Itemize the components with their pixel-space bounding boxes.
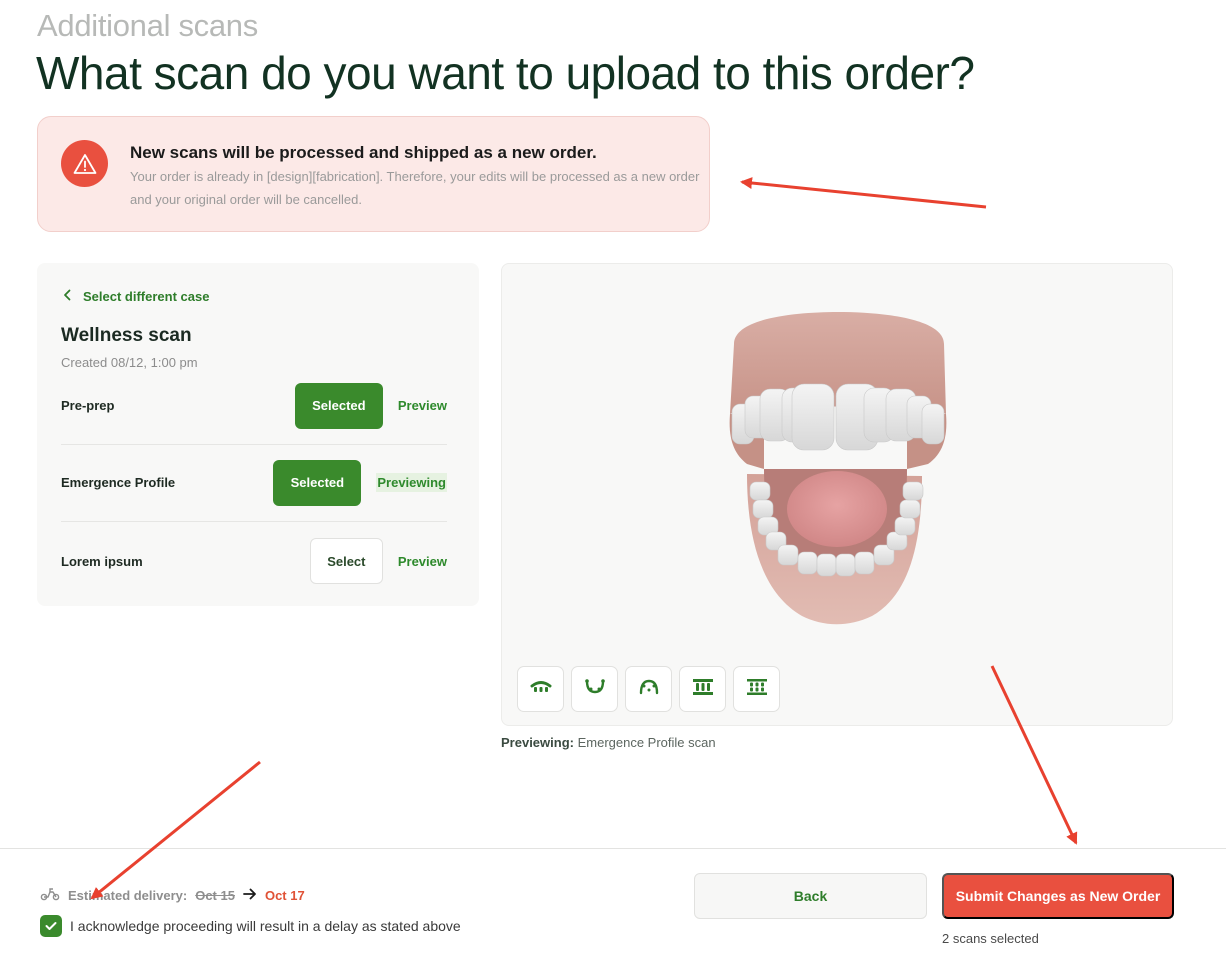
new-order-alert: New scans will be processed and shipped … bbox=[37, 116, 710, 232]
occlusal-view-button[interactable] bbox=[733, 666, 780, 712]
acknowledge-label: I acknowledge proceeding will result in … bbox=[70, 918, 461, 934]
dental-model-image bbox=[729, 312, 947, 625]
upper-arch-icon bbox=[530, 680, 552, 699]
scan-3d-viewer[interactable] bbox=[501, 263, 1173, 726]
scan-row-pre-prep: Pre-prep Selected Preview bbox=[61, 367, 447, 445]
submit-new-order-button[interactable]: Submit Changes as New Order bbox=[942, 873, 1174, 919]
estimated-delivery: Estimated delivery: Oct 15 Oct 17 bbox=[40, 887, 305, 904]
arrow-right-icon bbox=[243, 888, 257, 903]
select-different-case-link[interactable]: Select different case bbox=[63, 289, 209, 304]
scan-preview-link[interactable]: Preview bbox=[398, 554, 447, 569]
previewing-caption-label: Previewing: bbox=[501, 735, 574, 750]
delay-acknowledgement: I acknowledge proceeding will result in … bbox=[40, 915, 461, 937]
annotation-arrow-alert bbox=[740, 177, 987, 209]
scan-name: Emergence Profile bbox=[61, 475, 176, 490]
footer-bar: Estimated delivery: Oct 15 Oct 17 I ackn… bbox=[0, 848, 1226, 956]
new-delivery-date: Oct 17 bbox=[264, 888, 305, 903]
scan-previewing-link[interactable]: Previewing bbox=[376, 473, 447, 492]
upper-arch-view-button[interactable] bbox=[517, 666, 564, 712]
checkmark-icon bbox=[45, 918, 57, 934]
bite-open-icon bbox=[638, 678, 660, 701]
scan-row-emergence-profile: Emergence Profile Selected Previewing bbox=[61, 444, 447, 522]
back-link-label: Select different case bbox=[83, 289, 210, 304]
bite-open-view-button[interactable] bbox=[625, 666, 672, 712]
delivery-label: Estimated delivery: bbox=[68, 888, 188, 903]
scan-selected-button[interactable]: Selected bbox=[294, 382, 383, 429]
acknowledge-checkbox[interactable] bbox=[40, 915, 62, 937]
case-panel: Select different case Wellness scan Crea… bbox=[37, 263, 479, 606]
lower-arch-view-button[interactable] bbox=[571, 666, 618, 712]
previewing-caption-value: Emergence Profile scan bbox=[577, 735, 716, 750]
case-title: Wellness scan bbox=[61, 325, 192, 346]
scans-selected-count: 2 scans selected bbox=[942, 931, 1039, 946]
chevron-left-icon bbox=[63, 289, 71, 304]
delivery-scooter-icon bbox=[40, 887, 60, 904]
alert-body: Your order is already in [design][fabric… bbox=[130, 169, 700, 207]
page-eyebrow: Additional scans bbox=[37, 8, 258, 43]
alert-title: New scans will be processed and shipped … bbox=[130, 143, 597, 162]
scan-row-lorem-ipsum: Lorem ipsum Select Preview bbox=[61, 522, 447, 600]
scan-selected-button[interactable]: Selected bbox=[273, 459, 362, 506]
lower-arch-icon bbox=[584, 678, 606, 701]
front-view-icon bbox=[692, 678, 714, 701]
page-title: What scan do you want to upload to this … bbox=[36, 47, 975, 99]
previewing-caption: Previewing: Emergence Profile scan bbox=[501, 735, 716, 750]
warning-triangle-icon bbox=[61, 140, 108, 187]
occlusal-view-icon bbox=[746, 678, 768, 701]
front-view-button[interactable] bbox=[679, 666, 726, 712]
old-delivery-date: Oct 15 bbox=[195, 888, 235, 903]
scan-name: Lorem ipsum bbox=[61, 553, 143, 569]
scan-name: Pre-prep bbox=[61, 398, 115, 413]
back-button[interactable]: Back bbox=[694, 873, 927, 919]
scan-preview-link[interactable]: Preview bbox=[398, 398, 447, 413]
scan-select-button[interactable]: Select bbox=[309, 538, 383, 584]
